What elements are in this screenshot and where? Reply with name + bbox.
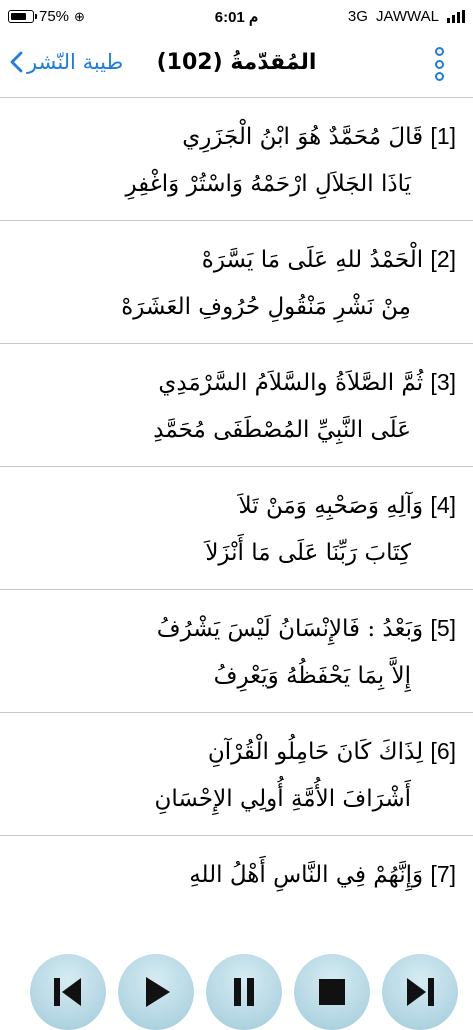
verse-text: ثُمَّ الصَّلاَةُ والسَّلاَمُ السَّرْمَدِ… xyxy=(158,370,424,396)
play-button[interactable] xyxy=(118,954,194,1030)
network-type: 3G xyxy=(347,8,368,25)
dot-icon xyxy=(434,59,444,69)
more-options-button[interactable] xyxy=(429,44,449,84)
stop-button[interactable] xyxy=(294,954,370,1030)
verse-line-2 xyxy=(20,898,456,946)
back-button-label: طيبة النّشر xyxy=(27,50,124,74)
verse-text: وَإِنَّهُمْ فِي النَّاسِ أَهْلُ اللهِ xyxy=(189,862,424,888)
verse-item[interactable]: [1] قَالَ مُحَمَّدٌ هُوَ ابْنُ الْجَزَرِ… xyxy=(0,98,473,221)
status-bar: 75% ⊕ 6:01 م 3G JAWWAL xyxy=(0,0,473,34)
verse-number: [6] xyxy=(430,738,456,764)
chevron-left-icon xyxy=(10,51,23,73)
back-button[interactable]: طيبة النّشر xyxy=(10,50,123,74)
dot-icon xyxy=(434,72,444,81)
skip-forward-button[interactable] xyxy=(382,954,458,1030)
verse-item[interactable]: [4] وَآلِهِ وَصَحْبِهِ وَمَنْ تَلاَ كِتَ… xyxy=(0,467,473,590)
verse-line-2: أَشْرَافَ الأُمَّةِ أُولِي الإِحْسَانِ xyxy=(154,786,412,812)
verse-line-2: مِنْ نَشْرِ مَنْقُولِ حُرُوفِ العَشَرَهْ xyxy=(121,294,411,320)
stop-icon xyxy=(319,979,345,1005)
signal-icon xyxy=(447,10,465,23)
nav-bar: طيبة النّشر المُقدّمةُ (102) xyxy=(0,34,473,98)
verse-line-2: عَلَى النَّبِيِّ المُصْطَفَى مُحَمَّدِ xyxy=(153,417,411,443)
verse-number: [3] xyxy=(430,369,456,395)
status-right: 3G JAWWAL xyxy=(348,8,465,25)
play-icon xyxy=(146,977,170,1007)
verse-line-1: [2] الْحَمْدُ للهِ عَلَى مَا يَسَّرَهْ xyxy=(20,235,456,283)
verse-number: [1] xyxy=(430,123,456,149)
verse-line-1: [4] وَآلِهِ وَصَحْبِهِ وَمَنْ تَلاَ xyxy=(20,481,456,529)
playback-controls xyxy=(30,954,458,1030)
verse-line-1: [1] قَالَ مُحَمَّدٌ هُوَ ابْنُ الْجَزَرِ… xyxy=(20,112,456,160)
verse-item[interactable]: [5] وَبَعْدُ : فَالإِنْسَانُ لَيْسَ يَشْ… xyxy=(0,590,473,713)
skip-forward-icon xyxy=(407,978,434,1006)
verse-line-1: [5] وَبَعْدُ : فَالإِنْسَانُ لَيْسَ يَشْ… xyxy=(20,604,456,652)
verse-text: الْحَمْدُ للهِ عَلَى مَا يَسَّرَهْ xyxy=(201,247,424,273)
verse-text: لِذَاكَ كَانَ حَامِلُو الْقُرْآنِ xyxy=(207,739,424,765)
verse-number: [7] xyxy=(430,861,456,887)
verse-list[interactable]: [1] قَالَ مُحَمَّدٌ هُوَ ابْنُ الْجَزَرِ… xyxy=(0,98,473,959)
pause-button[interactable] xyxy=(206,954,282,1030)
verse-number: [4] xyxy=(430,492,456,518)
skip-back-icon xyxy=(54,978,81,1006)
verse-line-2: يَاذَا الجَلاَلِ ارْحَمْهُ وَاسْتُرْ وَا… xyxy=(125,171,411,197)
verse-line-1: [6] لِذَاكَ كَانَ حَامِلُو الْقُرْآنِ xyxy=(20,727,456,775)
verse-text: وَآلِهِ وَصَحْبِهِ وَمَنْ تَلاَ xyxy=(238,493,424,519)
verse-item[interactable]: [7] وَإِنَّهُمْ فِي النَّاسِ أَهْلُ الله… xyxy=(0,836,473,959)
verse-item[interactable]: [2] الْحَمْدُ للهِ عَلَى مَا يَسَّرَهْ م… xyxy=(0,221,473,344)
verse-item[interactable]: [6] لِذَاكَ كَانَ حَامِلُو الْقُرْآنِ أَ… xyxy=(0,713,473,836)
verse-number: [2] xyxy=(430,246,456,272)
dot-icon xyxy=(434,47,444,56)
verse-line-1: [3] ثُمَّ الصَّلاَةُ والسَّلاَمُ السَّرْ… xyxy=(20,358,456,406)
verse-line-2: كِتَابَ رَبِّنَا عَلَى مَا أَنْزَلاَ xyxy=(205,540,411,566)
verse-line-1: [7] وَإِنَّهُمْ فِي النَّاسِ أَهْلُ الله… xyxy=(20,850,456,898)
verse-text: وَبَعْدُ : فَالإِنْسَانُ لَيْسَ يَشْرُفُ xyxy=(156,616,424,642)
carrier-name: JAWWAL xyxy=(375,8,439,25)
verse-number: [5] xyxy=(430,615,456,641)
verse-item[interactable]: [3] ثُمَّ الصَّلاَةُ والسَّلاَمُ السَّرْ… xyxy=(0,344,473,467)
skip-back-button[interactable] xyxy=(30,954,106,1030)
verse-line-2: إِلاَّ بِمَا يَحْفَظُهُ وَيَعْرِفُ xyxy=(213,663,411,689)
pause-icon xyxy=(234,978,254,1006)
verse-text: قَالَ مُحَمَّدٌ هُوَ ابْنُ الْجَزَرِي xyxy=(182,124,424,150)
